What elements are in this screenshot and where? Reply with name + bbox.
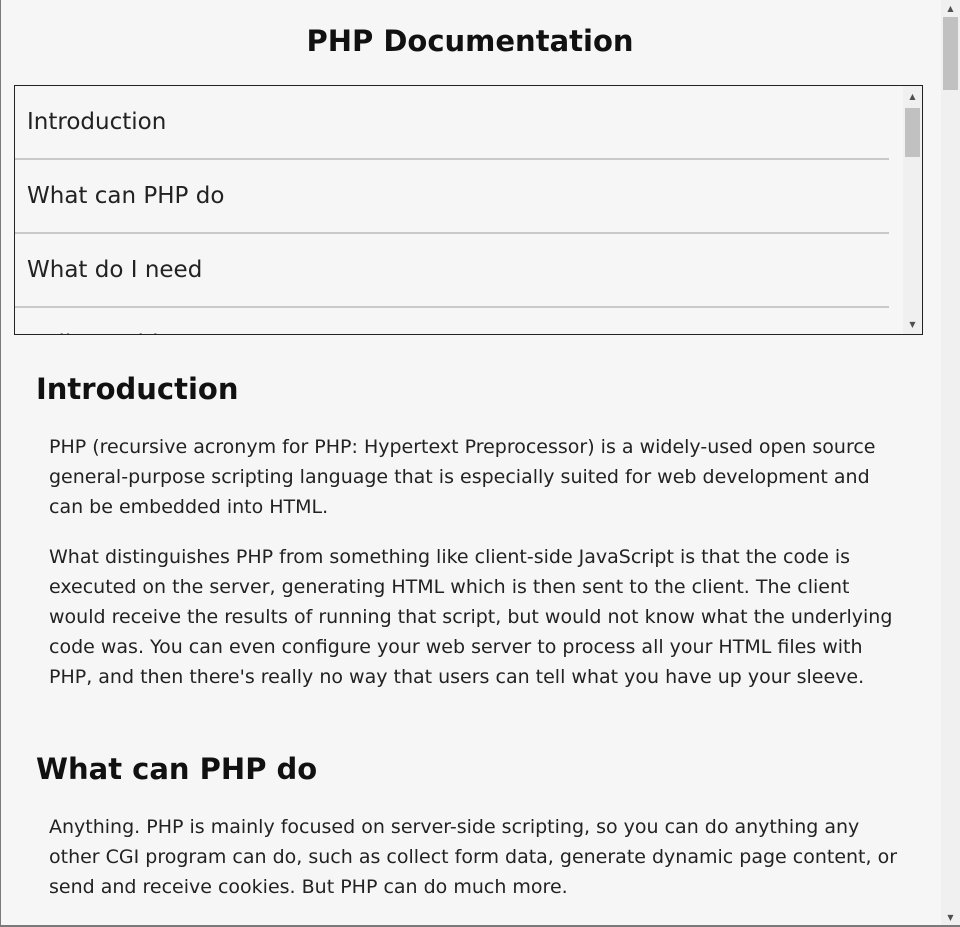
- section-heading: What can PHP do: [36, 752, 318, 786]
- scroll-down-arrow-icon[interactable]: ▼: [903, 316, 922, 332]
- page-title: PHP Documentation: [306, 24, 634, 58]
- section-paragraph: Anything. PHP is mainly focused on serve…: [49, 816, 898, 898]
- scroll-up-arrow-icon[interactable]: ▲: [903, 88, 922, 104]
- nav-list: Introduction What can PHP do What do I n…: [15, 86, 889, 334]
- page-scrollbar-thumb[interactable]: [943, 17, 958, 90]
- section-paragraph: What distinguishes PHP from something li…: [49, 546, 893, 688]
- nav-item-what-can-php-do[interactable]: What can PHP do: [15, 160, 889, 234]
- nav-scrollbar-thumb[interactable]: [905, 108, 920, 157]
- section-what-can-php-do: What can PHP do Anything. PHP is mainly …: [36, 752, 906, 902]
- nav-scrollbar[interactable]: ▲ ▼: [903, 86, 922, 334]
- window-border-left: [0, 0, 1, 927]
- scroll-up-arrow-icon[interactable]: ▲: [941, 0, 960, 16]
- nav-item-hello-world[interactable]: Hello World: [15, 308, 889, 334]
- main-content: Introduction PHP (recursive acronym for …: [36, 372, 906, 902]
- page-scrollbar[interactable]: ▲ ▼: [941, 0, 960, 925]
- scroll-down-arrow-icon[interactable]: ▼: [941, 909, 960, 925]
- nav-item-introduction[interactable]: Introduction: [15, 86, 889, 160]
- section-heading: Introduction: [36, 372, 239, 406]
- nav-list-box[interactable]: Introduction What can PHP do What do I n…: [14, 85, 923, 335]
- section-paragraph: PHP (recursive acronym for PHP: Hypertex…: [49, 436, 876, 518]
- nav-item-what-do-i-need[interactable]: What do I need: [15, 234, 889, 308]
- section-introduction: Introduction PHP (recursive acronym for …: [36, 372, 906, 692]
